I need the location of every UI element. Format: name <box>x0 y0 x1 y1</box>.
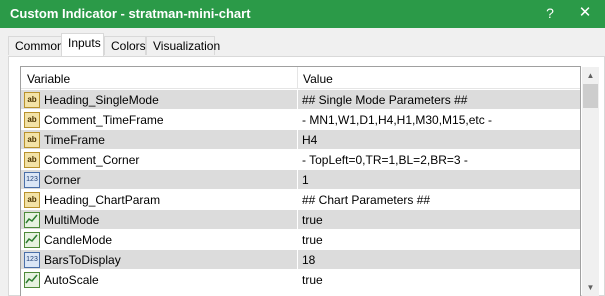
variable-name: Heading_ChartParam <box>44 193 161 207</box>
title-bar: Custom Indicator - stratman-mini-chart ?… <box>0 0 605 28</box>
cell-divider <box>297 210 298 230</box>
variable-value[interactable]: 18 <box>302 253 315 267</box>
cell-divider <box>297 130 298 150</box>
variable-name: Corner <box>44 173 81 187</box>
variable-value[interactable]: ## Chart Parameters ## <box>302 193 430 207</box>
table-row[interactable]: ab Comment_TimeFrame - MN1,W1,D1,H4,H1,M3… <box>21 110 580 130</box>
cell-divider <box>297 170 298 190</box>
string-icon: ab <box>24 92 40 108</box>
boolean-icon <box>24 232 40 248</box>
table-row[interactable]: CandleMode true <box>21 230 580 250</box>
string-icon: ab <box>24 132 40 148</box>
variable-name: Comment_Corner <box>44 153 140 167</box>
cell-divider <box>297 90 298 110</box>
variable-name: CandleMode <box>44 233 113 247</box>
table-row[interactable]: MultiMode true <box>21 210 580 230</box>
column-header-variable[interactable]: Variable <box>27 72 70 86</box>
string-icon: ab <box>24 152 40 168</box>
cell-divider <box>297 110 298 130</box>
string-icon: ab <box>24 192 40 208</box>
boolean-icon <box>24 212 40 228</box>
variable-name: Heading_SingleMode <box>44 93 159 107</box>
table-row[interactable]: ab Heading_ChartParam ## Chart Parameters … <box>21 190 580 210</box>
vertical-scrollbar[interactable]: ▲ ▼ <box>582 67 599 296</box>
close-button[interactable]: ✕ <box>565 0 605 28</box>
variable-value[interactable]: - MN1,W1,D1,H4,H1,M30,M15,etc - <box>302 113 492 127</box>
table-row[interactable]: ab Heading_SingleMode ## Single Mode Param… <box>21 90 580 110</box>
variable-value[interactable]: ## Single Mode Parameters ## <box>302 93 467 107</box>
cell-divider <box>297 250 298 270</box>
tab-inputs[interactable]: Inputs <box>61 33 104 56</box>
boolean-icon <box>24 272 40 288</box>
tab-bar: Common Inputs Colors Visualization <box>0 28 605 58</box>
variable-name: AutoScale <box>44 273 99 287</box>
variable-value[interactable]: 1 <box>302 173 309 187</box>
window-title: Custom Indicator - stratman-mini-chart <box>10 6 251 21</box>
scroll-down-icon[interactable]: ▼ <box>582 279 599 296</box>
table-row[interactable]: AutoScale true <box>21 270 580 290</box>
column-divider[interactable] <box>297 67 298 89</box>
variable-value[interactable]: true <box>302 273 323 287</box>
variable-value[interactable]: true <box>302 213 323 227</box>
variable-value[interactable]: true <box>302 233 323 247</box>
variable-value[interactable]: H4 <box>302 133 317 147</box>
integer-icon: 123 <box>24 172 40 188</box>
cell-divider <box>297 150 298 170</box>
tab-common[interactable]: Common <box>8 36 64 55</box>
table-row[interactable]: ab Comment_Corner - TopLeft=0,TR=1,BL=2,B… <box>21 150 580 170</box>
grid-header: Variable Value <box>21 67 580 89</box>
table-row[interactable]: ab TimeFrame H4 <box>21 130 580 150</box>
variable-name: BarsToDisplay <box>44 253 121 267</box>
cell-divider <box>297 190 298 210</box>
cell-divider <box>297 230 298 250</box>
variable-name: MultiMode <box>44 213 100 227</box>
variable-name: Comment_TimeFrame <box>44 113 164 127</box>
tab-visualization[interactable]: Visualization <box>146 36 220 55</box>
tab-colors[interactable]: Colors <box>104 36 146 55</box>
inputs-panel: Variable Value ab Heading_SingleMode ## Si… <box>8 56 605 296</box>
cell-divider <box>297 270 298 290</box>
scroll-up-icon[interactable]: ▲ <box>582 67 599 84</box>
integer-icon: 123 <box>24 252 40 268</box>
variable-name: TimeFrame <box>44 133 105 147</box>
inputs-grid: Variable Value ab Heading_SingleMode ## Si… <box>20 66 581 296</box>
table-row[interactable]: 123 BarsToDisplay 18 <box>21 250 580 270</box>
column-header-value[interactable]: Value <box>303 72 333 86</box>
variable-value[interactable]: - TopLeft=0,TR=1,BL=2,BR=3 - <box>302 153 468 167</box>
string-icon: ab <box>24 112 40 128</box>
table-row[interactable]: 123 Corner 1 <box>21 170 580 190</box>
help-button[interactable]: ? <box>530 0 570 28</box>
scroll-thumb[interactable] <box>583 84 598 108</box>
